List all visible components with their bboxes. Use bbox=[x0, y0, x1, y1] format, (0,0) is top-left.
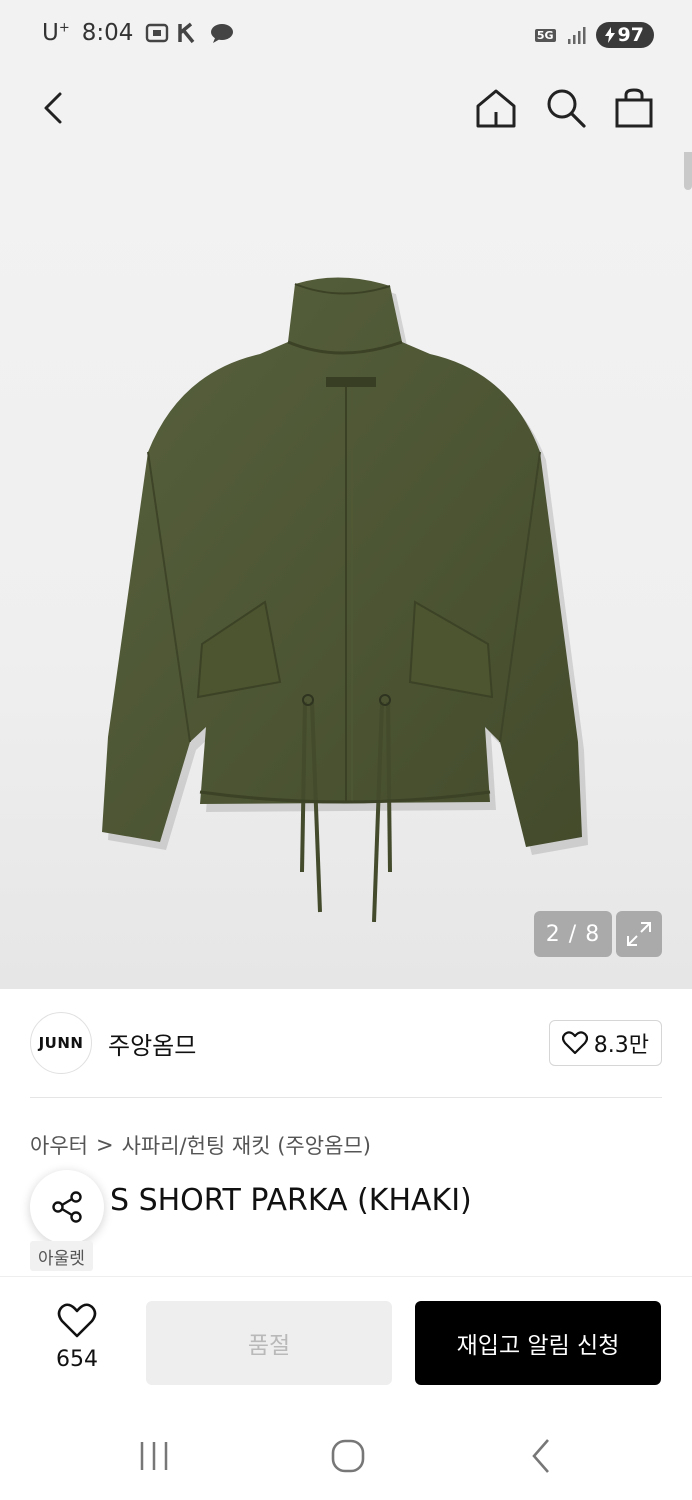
home-nav-button[interactable] bbox=[328, 1436, 368, 1476]
chat-icon bbox=[211, 24, 234, 43]
soldout-button: 품절 bbox=[146, 1301, 392, 1385]
product-title: S SHORT PARKA (KHAKI) bbox=[110, 1183, 472, 1218]
status-left: U+ 8:04 bbox=[42, 20, 235, 46]
screenshot-icon bbox=[146, 23, 169, 43]
product-jacket-image bbox=[102, 277, 588, 922]
breadcrumb-category[interactable]: 아우터 bbox=[30, 1130, 88, 1160]
app-k-icon bbox=[178, 22, 195, 44]
back-nav-button[interactable] bbox=[522, 1436, 562, 1476]
home-button[interactable] bbox=[474, 86, 518, 130]
scrollbar[interactable] bbox=[684, 152, 692, 190]
search-button[interactable] bbox=[544, 86, 588, 130]
share-button[interactable] bbox=[30, 1170, 104, 1244]
notification-icons bbox=[145, 22, 235, 44]
back-icon bbox=[44, 92, 62, 124]
carrier-label: U+ bbox=[42, 20, 70, 46]
heart-icon bbox=[57, 1303, 97, 1338]
brand-name[interactable]: 주앙옴므 bbox=[108, 1026, 196, 1061]
status-right: 5G 97 bbox=[534, 22, 654, 48]
system-nav-bar bbox=[0, 1406, 692, 1500]
breadcrumb-separator: > bbox=[95, 1133, 114, 1157]
back-button[interactable] bbox=[36, 86, 76, 130]
bottom-action-bar: 654 품절 재입고 알림 신청 bbox=[0, 1276, 692, 1406]
home-icon bbox=[476, 89, 516, 128]
network-5g-icon: 5G bbox=[534, 28, 556, 42]
recent-apps-button[interactable] bbox=[134, 1436, 174, 1476]
product-image-gallery[interactable]: 2 / 8 bbox=[0, 152, 692, 989]
home-circle-icon bbox=[331, 1439, 365, 1473]
breadcrumb: 아우터 > 사파리/헌팅 재킷 (주앙옴므) bbox=[30, 1130, 371, 1160]
share-icon bbox=[52, 1191, 82, 1223]
charging-icon bbox=[604, 27, 615, 43]
shopping-bag-icon bbox=[615, 88, 653, 128]
heart-icon bbox=[561, 1031, 588, 1055]
divider bbox=[30, 1097, 662, 1098]
breadcrumb-subcategory[interactable]: 사파리/헌팅 재킷 (주앙옴므) bbox=[122, 1130, 371, 1160]
signal-icon bbox=[567, 27, 586, 44]
image-counter: 2 / 8 bbox=[534, 911, 612, 957]
top-app-bar bbox=[0, 72, 692, 152]
cart-button[interactable] bbox=[612, 86, 656, 130]
expand-icon bbox=[627, 922, 651, 946]
brand-like-count: 8.3만 bbox=[593, 1033, 649, 1058]
battery-indicator: 97 bbox=[595, 22, 654, 48]
back-nav-icon bbox=[532, 1439, 549, 1473]
wishlist-count: 654 bbox=[56, 1347, 98, 1372]
expand-button[interactable] bbox=[616, 911, 662, 957]
wishlist-button[interactable]: 654 bbox=[44, 1303, 110, 1372]
outlet-tag: 아울렛 bbox=[30, 1241, 93, 1271]
brand-logo[interactable]: JUNN bbox=[30, 1012, 92, 1074]
restock-alert-button[interactable]: 재입고 알림 신청 bbox=[415, 1301, 661, 1385]
brand-row: JUNN 주앙옴므 8.3만 bbox=[30, 1012, 662, 1074]
brand-like-button[interactable]: 8.3만 bbox=[548, 1020, 662, 1066]
search-icon bbox=[547, 89, 586, 128]
status-time: 8:04 bbox=[81, 20, 134, 46]
recent-apps-icon bbox=[140, 1442, 168, 1470]
status-bar: U+ 8:04 5G 97 bbox=[0, 0, 692, 72]
